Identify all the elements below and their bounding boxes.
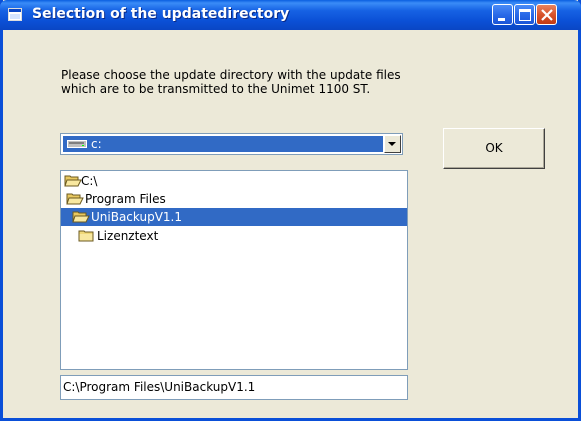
open-folder-icon	[64, 175, 82, 187]
window-title: Selection of the updatedirectory	[32, 6, 290, 22]
maximize-icon	[519, 9, 531, 21]
folder-icon	[78, 230, 94, 242]
directory-item-lizenztext[interactable]: Lizenztext	[61, 227, 407, 245]
directory-label: Lizenztext	[97, 229, 159, 243]
ok-button[interactable]: OK	[443, 128, 545, 169]
drive-icon	[67, 140, 87, 148]
instruction-line-2: which are to be transmitted to the Unime…	[61, 82, 371, 96]
open-folder-icon	[66, 193, 84, 205]
drive-dropdown-button[interactable]	[384, 135, 401, 153]
drive-select-value: c:	[63, 136, 383, 152]
minimize-icon	[498, 18, 505, 21]
app-window-icon	[8, 8, 22, 21]
directory-label: UniBackupV1.1	[91, 210, 183, 224]
minimize-button[interactable]	[492, 4, 513, 25]
drive-label: c:	[91, 137, 102, 151]
close-button[interactable]	[536, 4, 557, 25]
instruction-text: Please choose the update directory with …	[61, 68, 421, 96]
directory-item-unibackup[interactable]: UniBackupV1.1	[61, 208, 407, 226]
directory-list[interactable]: C:\ Program Files UniBackupV1.1 Lizenzte…	[60, 170, 408, 370]
open-folder-icon	[72, 211, 90, 223]
close-icon	[541, 9, 553, 21]
drive-select[interactable]: c:	[60, 133, 403, 155]
selected-path-field[interactable]: C:\Program Files\UniBackupV1.1	[60, 375, 408, 400]
instruction-line-1: Please choose the update directory with …	[61, 68, 401, 82]
maximize-button[interactable]	[514, 4, 535, 25]
dialog-window: Selection of the updatedirectory Please …	[0, 0, 581, 421]
directory-label: Program Files	[85, 192, 166, 206]
title-bar[interactable]: Selection of the updatedirectory	[0, 0, 581, 30]
chevron-down-icon	[388, 142, 396, 146]
directory-item-program-files[interactable]: Program Files	[61, 190, 407, 208]
directory-item-root[interactable]: C:\	[61, 172, 407, 190]
directory-label: C:\	[81, 174, 98, 188]
